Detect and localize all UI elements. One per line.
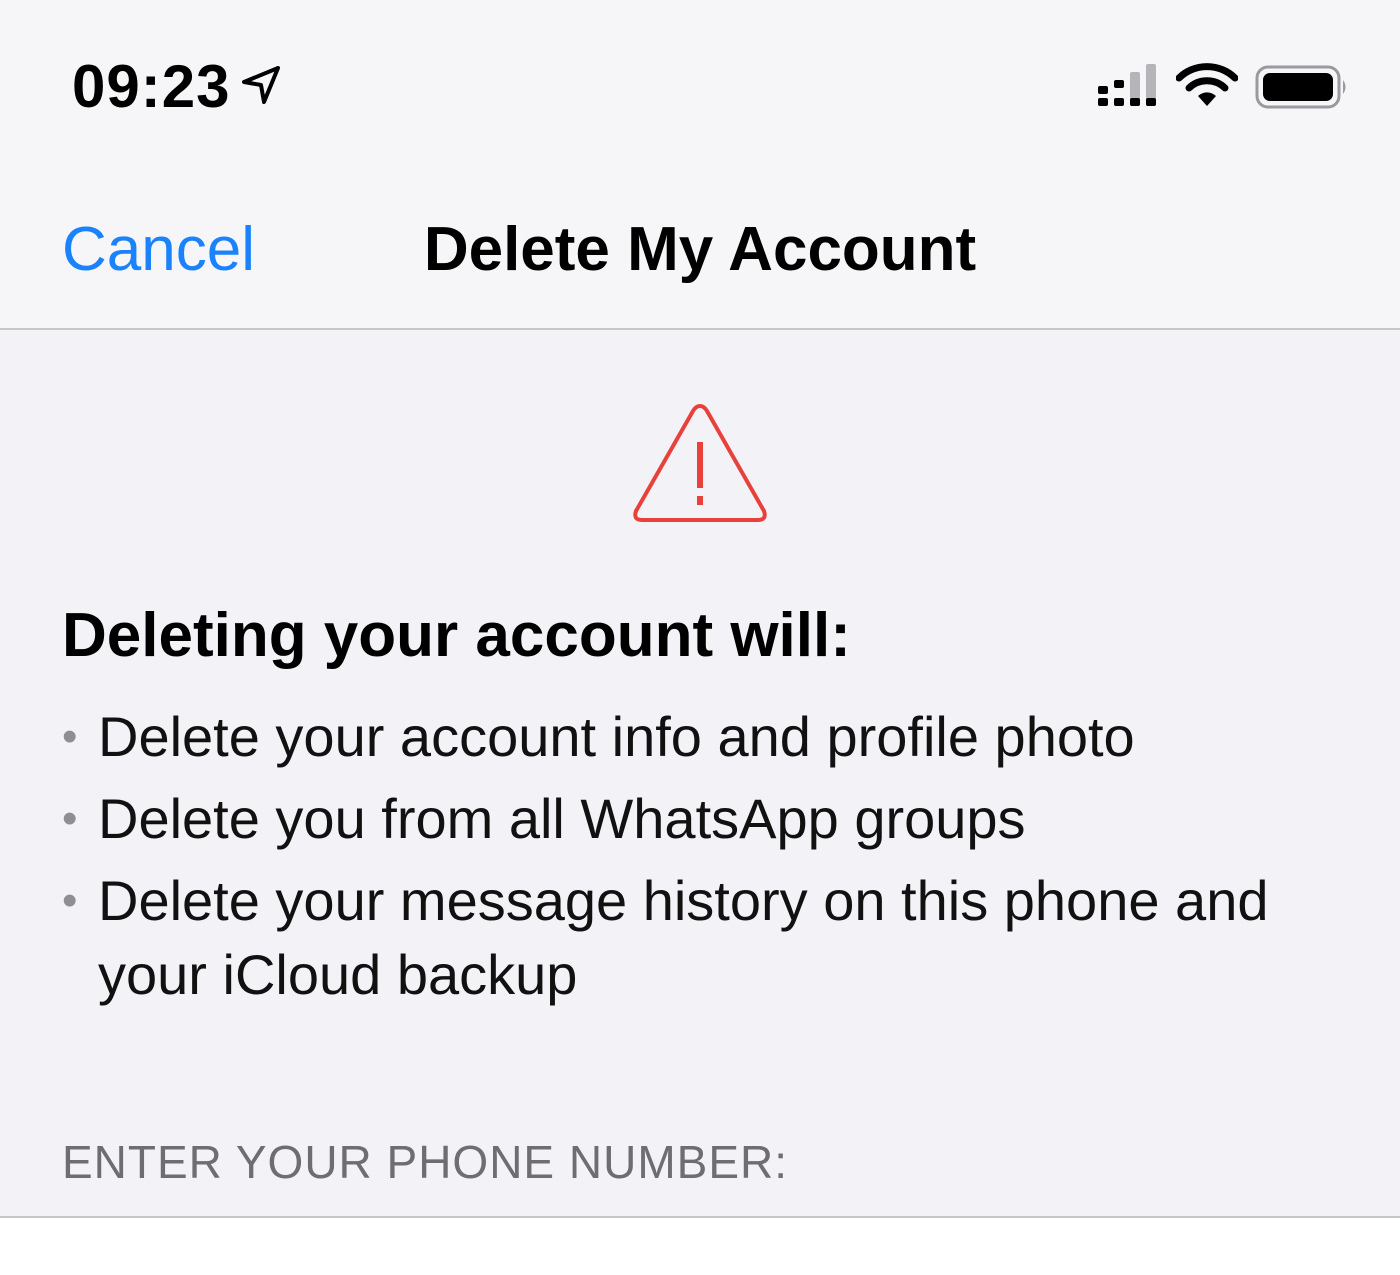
list-item: • Delete you from all WhatsApp groups	[62, 782, 1352, 856]
warning-heading: Deleting your account will:	[62, 601, 851, 670]
list-item-text: Delete your account info and profile pho…	[98, 705, 1135, 768]
list-item: • Delete your message history on this ph…	[62, 864, 1352, 1012]
list-item-text: Delete your message history on this phon…	[98, 869, 1269, 1006]
page-title: Delete My Account	[423, 215, 977, 284]
navigation-bar: Cancel Delete My Account	[0, 170, 1400, 330]
bullet-dot-icon: •	[62, 876, 78, 925]
list-item-text: Delete you from all WhatsApp groups	[98, 787, 1026, 850]
battery-icon	[1255, 65, 1346, 109]
phone-number-field[interactable]	[0, 1216, 1400, 1275]
status-bar: 09:23	[0, 0, 1400, 170]
bullet-dot-icon: •	[62, 712, 78, 761]
bullet-dot-icon: •	[62, 794, 78, 843]
cellular-signal-icon	[1098, 64, 1156, 106]
consequences-list: • Delete your account info and profile p…	[62, 700, 1352, 1020]
wifi-icon	[1176, 63, 1238, 106]
status-time: 09:23	[72, 53, 231, 120]
phone-section-label: ENTER YOUR PHONE NUMBER:	[62, 1136, 789, 1188]
warning-triangle-icon	[633, 403, 767, 522]
list-item: • Delete your account info and profile p…	[62, 700, 1352, 774]
location-arrow-icon	[242, 66, 280, 104]
